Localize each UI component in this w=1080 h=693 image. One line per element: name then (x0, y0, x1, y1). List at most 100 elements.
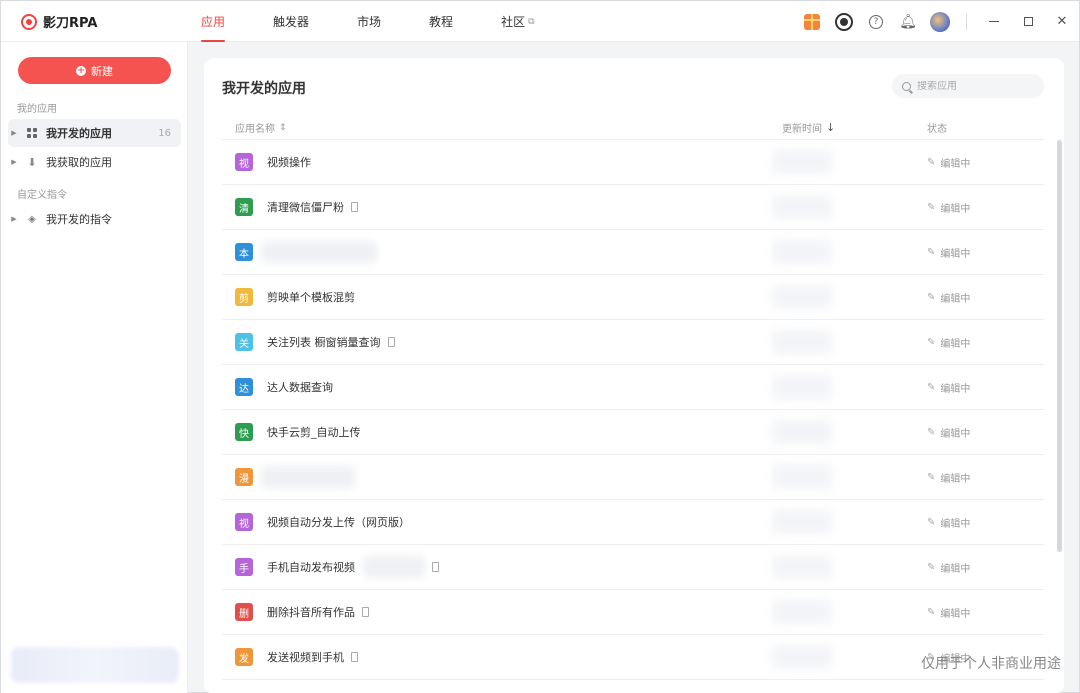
app-name (261, 466, 355, 488)
bell-icon: 🔔︎ (899, 13, 917, 30)
column-status: 状态 (927, 120, 947, 135)
table-row[interactable]: 清 清理微信僵尸粉 ✎ 编辑中 (222, 185, 1044, 230)
updated-time-redacted (772, 600, 832, 624)
column-name[interactable]: 应用名称 ⇕ (235, 120, 287, 136)
eye-button[interactable] (828, 6, 860, 38)
table-row[interactable]: 剪 剪映单个模板混剪 ✎ 编辑中 (222, 275, 1044, 320)
updated-time-redacted (772, 465, 832, 489)
status-cell[interactable]: ✎ 编辑中 (927, 185, 970, 230)
title-bar: 影刀RPA 应用 触发器 市场 教程 社区 ⧉ ? 🔔︎ ✕ (1, 1, 1079, 42)
nav-community[interactable]: 社区 ⧉ (489, 1, 546, 42)
page-title: 我开发的应用 (222, 81, 306, 97)
note-icon[interactable] (362, 607, 369, 617)
top-nav: 应用 触发器 市场 教程 社区 ⧉ (189, 1, 571, 42)
note-icon[interactable] (387, 337, 395, 347)
table-row[interactable]: 本 ✎ 编辑中 (222, 230, 1044, 275)
pencil-icon: ✎ (927, 202, 936, 213)
status-cell[interactable]: ✎ 编辑中 (927, 500, 970, 545)
app-badge: 视 (235, 153, 253, 171)
column-updated[interactable]: 更新时间 ↓ (782, 120, 835, 135)
table-row[interactable]: 删 删除抖音所有作品 ✎ 编辑中 (222, 590, 1044, 635)
status-cell[interactable]: ✎ 编辑中 (927, 320, 970, 365)
nav-apps-label: 应用 (201, 15, 226, 29)
updated-time-redacted (772, 240, 832, 264)
grid-icon (26, 127, 38, 139)
status-label: 编辑中 (940, 519, 971, 530)
table-row[interactable]: 视 视频操作 ✎ 编辑中 (222, 140, 1044, 185)
expand-caret-icon[interactable]: ▶ (8, 158, 20, 166)
expand-caret-icon[interactable]: ▶ (8, 215, 20, 223)
sidebar: + 新建 我的应用 ▶ 我开发的应用 16 ▶ ⬇ 我获取的应用 自定义指令 ▶… (1, 42, 188, 693)
app-name: 快手云剪_自动上传 (267, 426, 361, 439)
nav-triggers[interactable]: 触发器 (261, 1, 321, 42)
notification-button[interactable]: 🔔︎ (892, 6, 924, 38)
scrollbar[interactable] (1057, 140, 1062, 552)
help-button[interactable]: ? (860, 6, 892, 38)
column-name-label: 应用名称 (235, 124, 275, 135)
watermark: 仅用于个人非商业用途 (921, 656, 1061, 672)
status-label: 编辑中 (940, 294, 971, 305)
app-name: 达人数据查询 (267, 381, 333, 394)
status-cell[interactable]: ✎ 编辑中 (927, 545, 970, 590)
status-cell[interactable]: ✎ 编辑中 (927, 590, 970, 635)
table-row[interactable]: 关 关注列表 橱窗销量查询 ✎ 编辑中 (222, 320, 1044, 365)
avatar-button[interactable] (924, 6, 956, 38)
app-badge: 漫 (235, 468, 253, 486)
minimize-button[interactable] (977, 1, 1011, 42)
sort-icon[interactable]: ⇕ (279, 123, 287, 133)
table-header: 应用名称 ⇕ 更新时间 ↓ 状态 (222, 114, 1044, 140)
status-label: 编辑中 (940, 609, 971, 620)
pencil-icon: ✎ (927, 607, 936, 618)
search-box[interactable] (892, 74, 1044, 98)
expand-caret-icon[interactable]: ▶ (8, 129, 20, 137)
status-cell[interactable]: ✎ 编辑中 (927, 365, 970, 410)
new-button[interactable]: + 新建 (18, 57, 171, 84)
table-row[interactable]: 视 视频自动分发上传（网页版） ✎ 编辑中 (222, 500, 1044, 545)
pencil-icon: ✎ (927, 382, 936, 393)
sidebar-item-my-commands[interactable]: ▶ ◈ 我开发的指令 (8, 205, 181, 233)
sidebar-item-label: 我获取的应用 (46, 156, 112, 169)
close-icon: ✕ (1056, 14, 1068, 29)
pencil-icon: ✎ (927, 337, 936, 348)
note-icon[interactable] (351, 652, 358, 662)
status-cell[interactable]: ✎ 编辑中 (927, 230, 970, 275)
pencil-icon: ✎ (927, 517, 936, 528)
avatar (930, 11, 950, 32)
status-cell[interactable]: ✎ 编辑中 (927, 455, 970, 500)
app-name: 删除抖音所有作品 (267, 606, 355, 619)
nav-triggers-label: 触发器 (273, 15, 310, 29)
search-input[interactable] (917, 80, 1027, 92)
sidebar-item-acquired-apps[interactable]: ▶ ⬇ 我获取的应用 (8, 148, 181, 176)
nav-apps[interactable]: 应用 (189, 1, 237, 42)
app-badge: 手 (235, 558, 253, 576)
table-row[interactable]: 漫 ✎ 编辑中 (222, 455, 1044, 500)
gift-button[interactable] (796, 6, 828, 38)
redacted-text (363, 556, 425, 578)
nav-market[interactable]: 市场 (345, 1, 393, 42)
maximize-button[interactable] (1011, 1, 1045, 42)
status-cell[interactable]: ✎ 编辑中 (927, 410, 970, 455)
note-icon[interactable] (351, 202, 358, 212)
table-row[interactable]: 快 快手云剪_自动上传 ✎ 编辑中 (222, 410, 1044, 455)
table-row[interactable]: 达 达人数据查询 ✎ 编辑中 (222, 365, 1044, 410)
app-badge: 视 (235, 513, 253, 531)
updated-time-redacted (772, 285, 832, 309)
app-badge: 达 (235, 378, 253, 396)
brand-name: 影刀RPA (43, 16, 98, 31)
status-label: 编辑中 (940, 249, 971, 260)
close-button[interactable]: ✕ (1045, 1, 1079, 42)
sidebar-item-my-dev-apps[interactable]: ▶ 我开发的应用 16 (8, 119, 181, 147)
sidebar-footer-blurred (11, 647, 179, 683)
status-label: 编辑中 (940, 429, 971, 440)
note-icon[interactable] (432, 562, 439, 572)
sort-desc-icon[interactable]: ↓ (826, 121, 835, 134)
app-name: 视频自动分发上传（网页版） (267, 516, 410, 529)
status-cell[interactable]: ✎ 编辑中 (927, 275, 970, 320)
nav-tutorials[interactable]: 教程 (417, 1, 465, 42)
pencil-icon: ✎ (927, 472, 936, 483)
app-name (261, 241, 377, 263)
table-row[interactable]: 手 手机自动发布视频 ✎ 编辑中 (222, 545, 1044, 590)
status-cell[interactable]: ✎ 编辑中 (927, 140, 970, 185)
status-label: 编辑中 (940, 384, 971, 395)
column-updated-label: 更新时间 (782, 124, 822, 135)
